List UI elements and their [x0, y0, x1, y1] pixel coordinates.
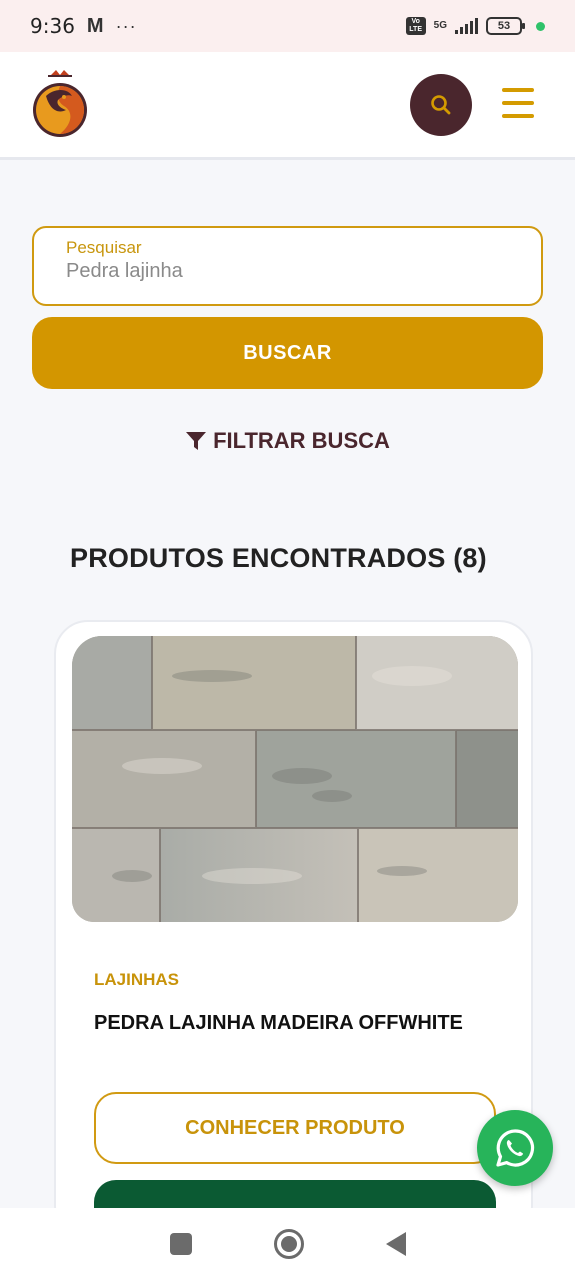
product-category[interactable]: LAJINHAS	[94, 970, 179, 990]
status-bar: 9:36 M ··· Vo LTE 5G 53	[0, 0, 575, 52]
gmail-icon: M	[86, 14, 104, 37]
filter-button[interactable]: FILTRAR BUSCA	[0, 428, 575, 454]
recent-apps-icon[interactable]	[169, 1233, 192, 1255]
product-card: LAJINHAS PEDRA LAJINHA MADEIRA OFFWHITE …	[54, 620, 533, 1240]
back-icon[interactable]	[385, 1232, 406, 1256]
search-input[interactable]	[66, 260, 506, 283]
search-field[interactable]: Pesquisar	[32, 226, 543, 306]
privacy-indicator-dot	[536, 21, 545, 31]
network-type: 5G	[433, 20, 447, 31]
product-name[interactable]: PEDRA LAJINHA MADEIRA OFFWHITE	[94, 1012, 463, 1035]
filter-funnel-icon	[186, 432, 207, 450]
volte-icon: Vo LTE	[405, 17, 426, 35]
header-search-button[interactable]	[410, 74, 472, 136]
product-image[interactable]	[72, 636, 518, 922]
whatsapp-icon	[496, 1129, 535, 1167]
hamburger-menu-icon[interactable]	[502, 88, 534, 118]
conhecer-produto-button[interactable]: CONHECER PRODUTO	[94, 1092, 496, 1164]
buscar-button[interactable]: BUSCAR	[32, 317, 543, 389]
filter-label: FILTRAR BUSCA	[213, 428, 390, 453]
battery-icon: 53	[486, 17, 525, 35]
search-label: Pesquisar	[66, 238, 142, 257]
search-icon	[431, 95, 451, 115]
more-notifications-icon: ···	[115, 15, 137, 36]
results-title: PRODUTOS ENCONTRADOS (8)	[70, 543, 487, 573]
system-nav-bar	[0, 1208, 575, 1280]
signal-icon	[455, 18, 478, 34]
status-time: 9:36	[30, 14, 75, 38]
whatsapp-floating-button[interactable]	[477, 1110, 553, 1186]
horse-shield-logo[interactable]	[28, 66, 92, 140]
site-header	[0, 52, 575, 160]
home-icon[interactable]	[273, 1229, 304, 1259]
